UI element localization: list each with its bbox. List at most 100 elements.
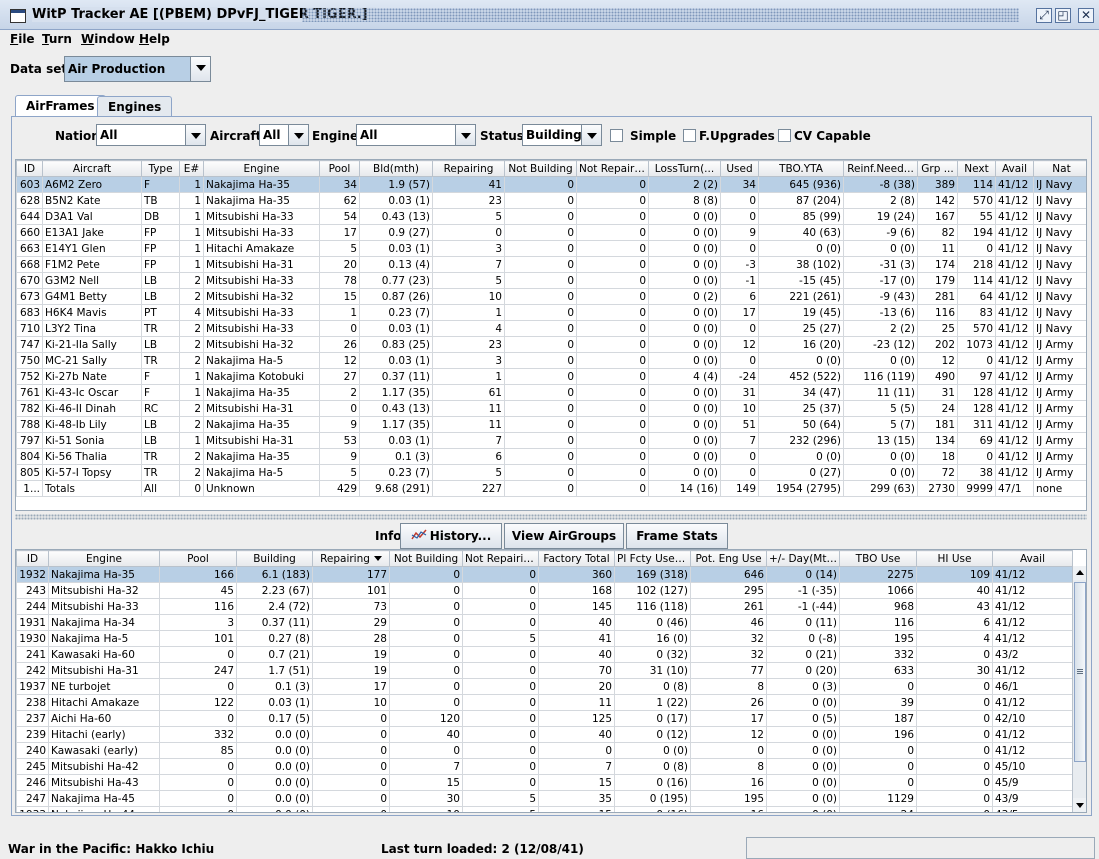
engines-table[interactable]: ID Engine Pool Building Repairing Not Buildin… — [15, 549, 1087, 813]
table-row[interactable]: 242 Mitsubishi Ha-31 247 1.7 (51) 19 0 0 70 31 (… — [16, 662, 1073, 679]
airframes-col-header[interactable]: Avail — [995, 160, 1034, 177]
airframes-col-header[interactable]: Type — [141, 160, 180, 177]
chevron-down-icon[interactable] — [190, 57, 210, 81]
chevron-down-icon[interactable] — [581, 125, 601, 145]
engines-col-header[interactable]: Avail — [992, 550, 1073, 567]
table-row[interactable]: 710 L3Y2 Tina TR 2 Mitsubishi Ha-33 0 0.03 (1)… — [16, 320, 1086, 337]
table-row[interactable]: 788 Ki-48-Ib Lily LB 2 Nakajima Ha-35 9 1.17 (… — [16, 416, 1086, 433]
engines-col-header[interactable]: Engine — [48, 550, 160, 567]
airframes-col-header[interactable]: TBO.YTA — [758, 160, 844, 177]
tab-engines[interactable]: Engines — [97, 96, 173, 117]
table-row[interactable]: 1... Totals All 0 Unknown 429 9.68 (291) 227 0 0 1… — [16, 480, 1086, 497]
table-row[interactable]: 668 F1M2 Pete FP 1 Mitsubishi Ha-31 20 0.13 (4… — [16, 256, 1086, 273]
chevron-down-icon[interactable] — [288, 125, 308, 145]
table-row[interactable]: 660 E13A1 Jake FP 1 Mitsubishi Ha-33 17 0.9 (2… — [16, 224, 1086, 241]
menu-file[interactable]: File — [10, 32, 35, 46]
maximize-icon[interactable]: ◰ — [1055, 8, 1071, 23]
airframes-col-header[interactable]: Reinf.Need... — [843, 160, 918, 177]
view-airgroups-button[interactable]: View AirGroups — [504, 523, 624, 549]
engines-col-header[interactable]: Building — [236, 550, 313, 567]
table-row[interactable]: 1931 Nakajima Ha-34 3 0.37 (11) 29 0 0 40 0 (46)… — [16, 614, 1073, 631]
engines-col-header[interactable]: Pot. Eng Use — [690, 550, 767, 567]
table-row[interactable]: 752 Ki-27b Nate F 1 Nakajima Kotobuki 27 0.37 … — [16, 368, 1086, 385]
table-row[interactable]: 1937 NE turbojet 0 0.1 (3) 17 0 0 20 0 (8) 8 0 (3)… — [16, 678, 1073, 695]
table-row[interactable]: 241 Kawasaki Ha-60 0 0.7 (21) 19 0 0 40 0 (32) 32… — [16, 646, 1073, 663]
airframes-col-header[interactable]: LossTurn(... — [648, 160, 721, 177]
aircraft-select[interactable]: All — [259, 124, 309, 146]
table-row[interactable]: 750 MC-21 Sally TR 2 Nakajima Ha-5 12 0.03 (1)… — [16, 352, 1086, 369]
airframes-table[interactable]: ID Aircraft Type E# Engine Pool Bld(mth) Repair… — [15, 159, 1087, 511]
airframes-col-header[interactable]: Not Repairi... — [576, 160, 649, 177]
airframes-col-header[interactable]: ID — [16, 160, 43, 177]
status-select[interactable]: Building — [522, 124, 602, 146]
engine-select[interactable]: All — [356, 124, 476, 146]
airframes-col-header[interactable]: Repairing — [432, 160, 505, 177]
engines-col-header[interactable]: HI Use — [916, 550, 993, 567]
table-row[interactable]: 245 Mitsubishi Ha-42 0 0.0 (0) 0 7 0 7 0 (8) 8 0 (… — [16, 758, 1073, 775]
chevron-down-icon[interactable] — [185, 125, 205, 145]
menu-window[interactable]: Window — [81, 32, 135, 46]
cvcapable-checkbox[interactable] — [778, 129, 791, 142]
menu-turn[interactable]: Turn — [42, 32, 72, 46]
scroll-up-icon[interactable] — [1073, 566, 1086, 580]
table-row[interactable]: 237 Aichi Ha-60 0 0.17 (5) 0 120 0 125 0 (17) 17 0… — [16, 710, 1073, 727]
table-row[interactable]: 1933Nakajima Ha-4400.0 (0)0105150 (16)16… — [16, 806, 1073, 812]
dataset-select[interactable]: Air Production — [64, 56, 211, 82]
engines-col-header[interactable]: TBO Use — [839, 550, 917, 567]
engines-col-header[interactable]: Pl Fcty Use(... — [614, 550, 691, 567]
table-row[interactable]: 683 H6K4 Mavis PT 4 Mitsubishi Ha-33 1 0.23 (7… — [16, 304, 1086, 321]
table-row[interactable]: 663 E14Y1 Glen FP 1 Hitachi Amakaze 5 0.03 (1)… — [16, 240, 1086, 257]
table-row[interactable]: 628 B5N2 Kate TB 1 Nakajima Ha-35 62 0.03 (1) 2… — [16, 192, 1086, 209]
table-row[interactable]: 243 Mitsubishi Ha-32 45 2.23 (67) 101 0 0 168 10… — [16, 582, 1073, 599]
table-row[interactable]: 670 G3M2 Nell LB 2 Mitsubishi Ha-33 78 0.77 (2… — [16, 272, 1086, 289]
table-row[interactable]: 238 Hitachi Amakaze 122 0.03 (1) 10 0 0 11 1 (22… — [16, 694, 1073, 711]
table-row[interactable]: 805 Ki-57-I Topsy TR 2 Nakajima Ha-5 5 0.23 (7… — [16, 464, 1086, 481]
table-row[interactable]: 603 A6M2 Zero F 1 Nakajima Ha-35 34 1.9 (57) 41… — [16, 176, 1086, 193]
scrollbar-thumb[interactable] — [1074, 582, 1086, 762]
table-row[interactable]: 239 Hitachi (early) 332 0.0 (0) 0 40 0 40 0 (12)… — [16, 726, 1073, 743]
split-pane-divider[interactable] — [15, 514, 1087, 520]
nation-select[interactable]: All — [96, 124, 206, 146]
engines-col-header[interactable]: +/- Day(Mth) — [766, 550, 840, 567]
table-row[interactable]: 246 Mitsubishi Ha-43 0 0.0 (0) 0 15 0 15 0 (16) 1… — [16, 774, 1073, 791]
engines-col-header[interactable]: Not Building — [389, 550, 463, 567]
airframes-col-header[interactable]: Engine — [203, 160, 320, 177]
title-bar[interactable]: WitP Tracker AE [(PBEM) DPvFJ_TIGER TIGE… — [0, 0, 1099, 30]
simple-checkbox[interactable] — [610, 129, 623, 142]
table-row[interactable]: 240 Kawasaki (early) 85 0.0 (0) 0 0 0 0 0 (0) 0 0 … — [16, 742, 1073, 759]
table-row[interactable]: 673 G4M1 Betty LB 2 Mitsubishi Ha-32 15 0.87 (… — [16, 288, 1086, 305]
airframes-col-header[interactable]: Nat — [1033, 160, 1086, 177]
close-icon[interactable]: ✕ — [1078, 8, 1094, 23]
table-row[interactable]: 747 Ki-21-IIa Sally LB 2 Mitsubishi Ha-32 26 0… — [16, 336, 1086, 353]
table-row[interactable]: 244 Mitsubishi Ha-33 116 2.4 (72) 73 0 0 145 116… — [16, 598, 1073, 615]
table-row[interactable]: 644 D3A1 Val DB 1 Mitsubishi Ha-33 54 0.43 (13… — [16, 208, 1086, 225]
airframes-col-header[interactable]: Used — [720, 160, 759, 177]
table-row[interactable]: 782 Ki-46-II Dinah RC 2 Mitsubishi Ha-31 0 0.4… — [16, 400, 1086, 417]
airframes-col-header[interactable]: E# — [179, 160, 204, 177]
table-row[interactable]: 1932 Nakajima Ha-35 166 6.1 (183) 177 0 0 360 16… — [16, 566, 1073, 583]
scroll-down-icon[interactable] — [1073, 798, 1086, 812]
table-row[interactable]: 247 Nakajima Ha-45 0 0.0 (0) 0 30 5 35 0 (195) 19… — [16, 790, 1073, 807]
engines-col-header[interactable]: ID — [16, 550, 49, 567]
table-row[interactable]: 797 Ki-51 Sonia LB 1 Mitsubishi Ha-31 53 0.03 … — [16, 432, 1086, 449]
table-row[interactable]: 804 Ki-56 Thalia TR 2 Nakajima Ha-35 9 0.1 (3)… — [16, 448, 1086, 465]
airframes-col-header[interactable]: Bld(mth) — [359, 160, 433, 177]
fupgrades-checkbox[interactable] — [683, 129, 696, 142]
history-button[interactable]: History... — [400, 523, 502, 549]
airframes-col-header[interactable]: Grp ... — [917, 160, 958, 177]
airframes-col-header[interactable]: Next — [957, 160, 996, 177]
table-row[interactable]: 1930 Nakajima Ha-5 101 0.27 (8) 28 0 5 41 16 (0)… — [16, 630, 1073, 647]
table-row[interactable]: 761 Ki-43-Ic Oscar F 1 Nakajima Ha-35 2 1.17 (… — [16, 384, 1086, 401]
engines-col-header[interactable]: Not Repairing — [462, 550, 539, 567]
airframes-col-header[interactable]: Not Building — [504, 160, 577, 177]
engines-col-header[interactable]: Factory Total — [538, 550, 615, 567]
airframes-col-header[interactable]: Pool — [319, 160, 360, 177]
menu-help[interactable]: Help — [139, 32, 170, 46]
airframes-col-header[interactable]: Aircraft — [42, 160, 142, 177]
engines-col-header[interactable]: Repairing — [312, 550, 390, 567]
engines-scrollbar[interactable] — [1072, 566, 1086, 812]
chevron-down-icon[interactable] — [455, 125, 475, 145]
iconify-icon[interactable]: ⤢ — [1036, 8, 1052, 23]
frame-stats-button[interactable]: Frame Stats — [626, 523, 728, 549]
tab-airframes[interactable]: AirFrames — [15, 95, 106, 117]
